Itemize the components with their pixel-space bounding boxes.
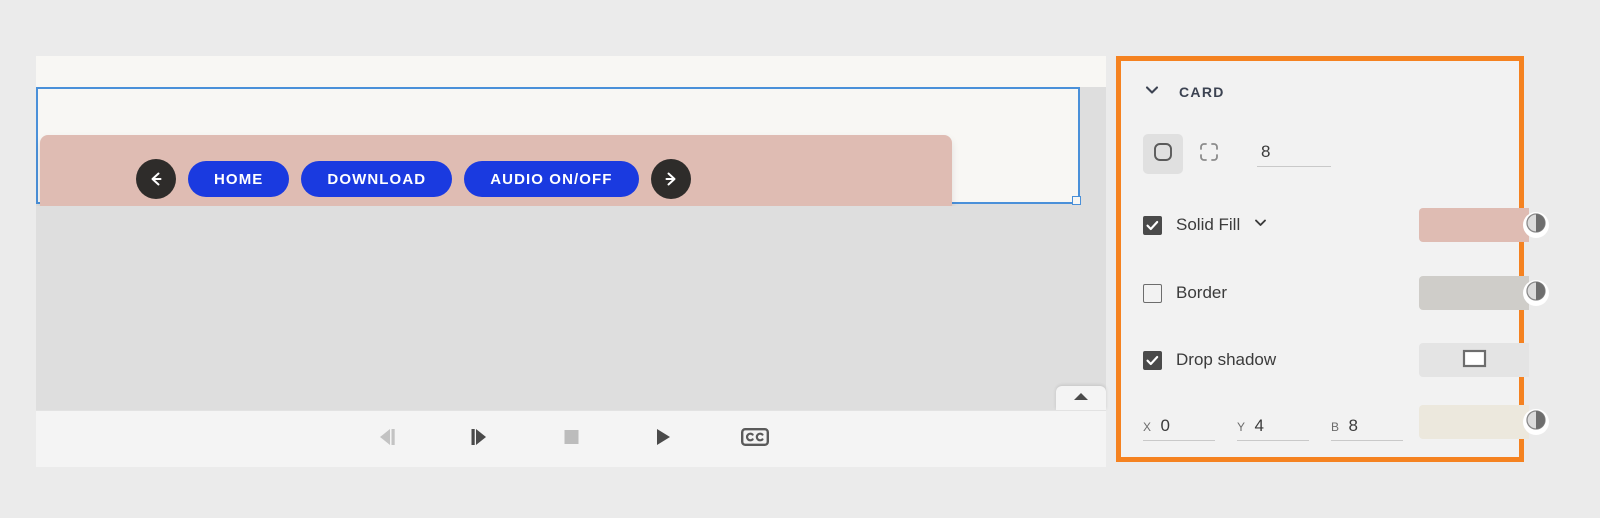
border-row: Border	[1143, 276, 1227, 310]
drop-shadow-checkbox[interactable]	[1143, 350, 1162, 370]
step-backward-button[interactable]	[370, 424, 404, 454]
chevron-up-icon	[1071, 389, 1091, 407]
solid-fill-label: Solid Fill	[1176, 215, 1241, 234]
opacity-icon	[1525, 280, 1547, 307]
play-icon	[650, 425, 676, 454]
shadow-blur-label: B	[1331, 419, 1340, 434]
audio-on-off-button[interactable]: AUDIO ON/OFF	[464, 161, 639, 197]
playbar-collapse-toggle[interactable]	[1056, 386, 1106, 410]
shadow-y-value: 4	[1254, 415, 1264, 435]
shadow-blur-value: 8	[1348, 415, 1358, 435]
solid-fill-color-swatch[interactable]	[1419, 208, 1549, 242]
forward-arrow-button[interactable]	[650, 159, 691, 199]
individual-corners-icon	[1198, 141, 1220, 168]
stop-icon	[559, 425, 583, 454]
panel-title: CARD	[1179, 84, 1225, 100]
home-button[interactable]: HOME	[188, 161, 290, 197]
drop-shadow-row: Drop shadow	[1143, 343, 1276, 377]
border-label: Border	[1176, 283, 1228, 302]
border-checkbox[interactable]	[1143, 283, 1162, 303]
opacity-icon	[1525, 409, 1547, 436]
shadow-x-field[interactable]: X 0	[1143, 416, 1215, 441]
selected-slide-region[interactable]: HOME DOWNLOAD AUDIO ON/OFF	[36, 87, 1080, 223]
drop-shadow-opacity-button[interactable]	[1523, 409, 1549, 435]
drop-shadow-label: Drop shadow	[1176, 350, 1277, 369]
play-button[interactable]	[646, 424, 680, 454]
arrow-right-icon	[661, 169, 681, 189]
corner-radius-row: 8	[1143, 134, 1331, 174]
rounded-corner-button[interactable]	[1143, 134, 1183, 174]
slide-canvas: HOME DOWNLOAD AUDIO ON/OFF	[36, 56, 1106, 466]
closed-caption-button[interactable]	[738, 424, 772, 454]
shadow-y-label: Y	[1237, 419, 1246, 434]
selection-resize-handle[interactable]	[1072, 196, 1081, 205]
canvas-top-strip	[36, 56, 1106, 87]
card-properties-panel: CARD 8 Solid Fill Border Drop shadow X 0…	[1116, 56, 1549, 462]
shadow-x-label: X	[1143, 419, 1152, 434]
border-color-swatch[interactable]	[1419, 276, 1549, 310]
playback-toolbar	[36, 410, 1106, 467]
shadow-x-value: 0	[1160, 415, 1170, 435]
screen-root: HOME DOWNLOAD AUDIO ON/OFF CARD 8 Solid …	[0, 0, 1600, 518]
drop-shadow-color-swatch[interactable]	[1419, 405, 1549, 439]
solid-fill-checkbox[interactable]	[1143, 215, 1162, 235]
chevron-down-icon[interactable]	[1143, 81, 1161, 104]
download-button[interactable]: DOWNLOAD	[301, 161, 453, 197]
step-backward-icon	[373, 425, 401, 454]
opacity-icon	[1525, 212, 1547, 239]
border-opacity-button[interactable]	[1523, 280, 1549, 306]
solid-fill-row: Solid Fill	[1143, 208, 1269, 242]
drop-shadow-offsets-row: X 0 Y 4 B 8	[1143, 411, 1403, 445]
drop-shadow-preview-button[interactable]	[1419, 343, 1529, 377]
shadow-preview-icon	[1459, 347, 1489, 374]
shadow-blur-field[interactable]: B 8	[1331, 416, 1403, 441]
panel-header[interactable]: CARD	[1143, 79, 1519, 105]
arrow-left-icon	[146, 169, 166, 189]
solid-fill-dropdown-icon[interactable]	[1252, 214, 1269, 236]
solid-fill-opacity-button[interactable]	[1523, 212, 1549, 238]
stop-button[interactable]	[554, 424, 588, 454]
closed-caption-icon	[741, 427, 770, 452]
back-arrow-button[interactable]	[136, 159, 176, 199]
individual-corners-button[interactable]	[1189, 134, 1229, 174]
shadow-y-field[interactable]: Y 4	[1237, 416, 1309, 441]
corner-radius-input[interactable]: 8	[1257, 142, 1331, 167]
canvas-empty-area	[36, 206, 1106, 396]
step-forward-button[interactable]	[462, 424, 496, 454]
rounded-corner-icon	[1152, 141, 1174, 168]
step-forward-icon	[465, 425, 493, 454]
